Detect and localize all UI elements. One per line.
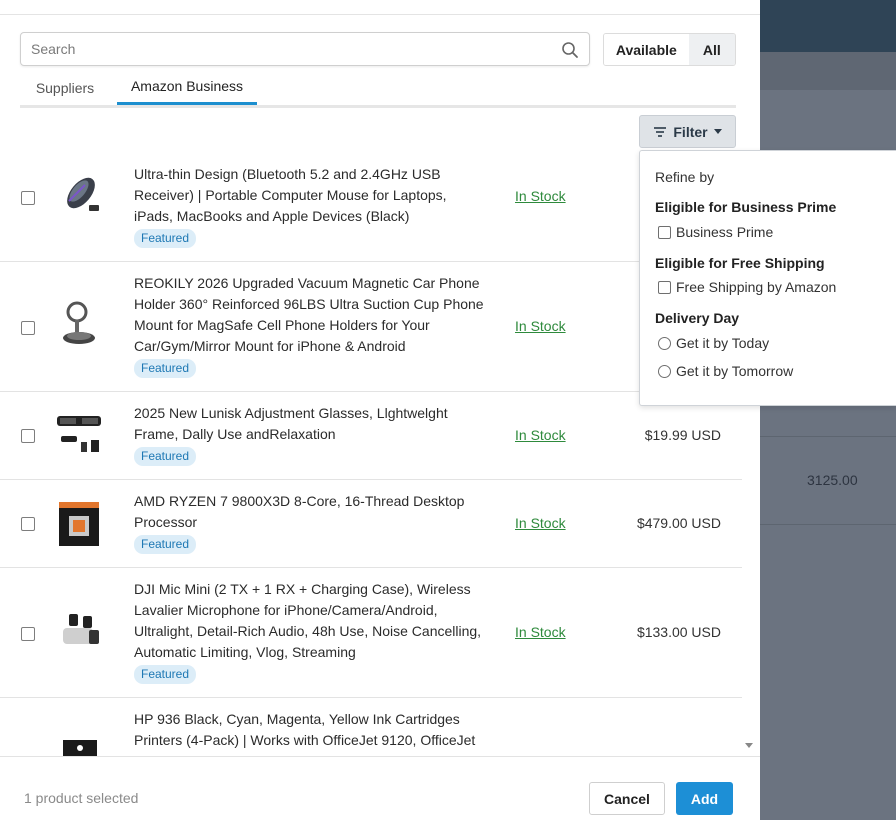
product-row: REOKILY 2026 Upgraded Vacuum Magnetic Ca…: [0, 262, 742, 392]
delivery-today-label[interactable]: Get it by Today: [676, 335, 769, 351]
product-row: HP 936 Black, Cyan, Magenta, Yellow Ink …: [0, 698, 742, 756]
delivery-tomorrow-option[interactable]: Get it by Tomorrow: [658, 363, 793, 379]
product-item: REOKILY 2026 Upgraded Vacuum Magnetic Ca…: [134, 273, 484, 378]
background-header: [760, 0, 896, 52]
background-value: 3125.00: [807, 472, 858, 488]
product-checkbox[interactable]: [21, 517, 35, 531]
delivery-tomorrow-radio[interactable]: [658, 364, 671, 378]
featured-badge: Featured: [134, 665, 197, 684]
modal-footer: 1 product selected Cancel Add: [0, 756, 760, 820]
delivery-today-option[interactable]: Get it by Today: [658, 335, 769, 351]
product-price: $133.00 USD: [636, 624, 721, 640]
stock-link[interactable]: In Stock: [515, 427, 566, 443]
add-button[interactable]: Add: [676, 782, 733, 815]
product-row: AMD RYZEN 7 9800X3D 8-Core, 16-Thread De…: [0, 480, 742, 568]
product-checkbox[interactable]: [21, 191, 35, 205]
filter-dropdown: Refine by Eligible for Business Prime Bu…: [639, 150, 896, 406]
caret-down-icon: [713, 129, 722, 134]
tab-suppliers[interactable]: Suppliers: [20, 70, 110, 105]
scroll-down-arrow[interactable]: [745, 743, 753, 748]
search-icon[interactable]: [561, 41, 579, 59]
toggle-all[interactable]: All: [688, 34, 735, 65]
product-price: $19.99 USD: [644, 427, 721, 443]
background-row-divider: [760, 436, 896, 437]
product-checkbox[interactable]: [21, 321, 35, 335]
business-prime-label[interactable]: Business Prime: [676, 224, 773, 240]
cpu-box-product-image: [59, 502, 99, 546]
product-picker-modal: Available All Suppliers Amazon Business …: [0, 0, 760, 820]
filter-label: Filter: [673, 123, 708, 140]
business-prime-checkbox[interactable]: [658, 225, 671, 239]
product-row: 2025 New Lunisk Adjustment Glasses, Llgh…: [0, 392, 742, 480]
product-list[interactable]: Ultra-thin Design (Bluetooth 5.2 and 2.4…: [0, 160, 742, 756]
product-row: Ultra-thin Design (Bluetooth 5.2 and 2.4…: [0, 160, 742, 262]
product-item: AMD RYZEN 7 9800X3D 8-Core, 16-Thread De…: [134, 491, 484, 554]
stock-link[interactable]: In Stock: [515, 188, 566, 204]
business-prime-option[interactable]: Business Prime: [658, 224, 773, 240]
phone-mount-product-image: [63, 301, 95, 344]
availability-toggle: Available All: [603, 33, 736, 66]
product-title[interactable]: HP 936 Black, Cyan, Magenta, Yellow Ink …: [134, 711, 475, 748]
product-price: $479.00 USD: [636, 515, 721, 531]
modal-top-divider: [0, 14, 760, 15]
featured-badge: Featured: [134, 229, 197, 248]
delivery-tomorrow-label[interactable]: Get it by Tomorrow: [676, 363, 793, 379]
refine-label: Refine by: [655, 169, 715, 185]
stock-link[interactable]: In Stock: [515, 318, 566, 334]
background-app: 3125.00: [760, 0, 896, 820]
product-item: 2025 New Lunisk Adjustment Glasses, Llgh…: [134, 403, 484, 466]
free-shipping-checkbox[interactable]: [658, 280, 671, 294]
glasses-product-image: [57, 416, 101, 452]
microphone-product-image: [63, 614, 99, 644]
mouse-product-image: [67, 177, 99, 211]
product-title[interactable]: Ultra-thin Design (Bluetooth 5.2 and 2.4…: [134, 166, 447, 224]
product-row: DJI Mic Mini (2 TX + 1 RX + Charging Cas…: [0, 568, 742, 698]
cancel-button[interactable]: Cancel: [589, 782, 665, 815]
tab-amazon-business[interactable]: Amazon Business: [117, 70, 257, 105]
product-item: Ultra-thin Design (Bluetooth 5.2 and 2.4…: [134, 164, 484, 248]
background-toolbar: [760, 52, 896, 90]
delivery-today-radio[interactable]: [658, 336, 671, 350]
stock-link[interactable]: In Stock: [515, 515, 566, 531]
product-title[interactable]: DJI Mic Mini (2 TX + 1 RX + Charging Cas…: [134, 581, 481, 660]
source-tabs: Suppliers Amazon Business: [20, 70, 736, 108]
search-input[interactable]: [31, 33, 551, 65]
stock-link[interactable]: In Stock: [515, 624, 566, 640]
free-shipping-option[interactable]: Free Shipping by Amazon: [658, 279, 836, 295]
free-shipping-label[interactable]: Free Shipping by Amazon: [676, 279, 836, 295]
selection-count: 1 product selected: [24, 790, 139, 806]
filter-button[interactable]: Filter: [639, 115, 736, 148]
product-title[interactable]: 2025 New Lunisk Adjustment Glasses, Llgh…: [134, 405, 448, 442]
product-checkbox[interactable]: [21, 429, 35, 443]
product-item: HP 936 Black, Cyan, Magenta, Yellow Ink …: [134, 709, 484, 751]
product-title[interactable]: AMD RYZEN 7 9800X3D 8-Core, 16-Thread De…: [134, 493, 464, 530]
search-box: [20, 32, 590, 66]
featured-badge: Featured: [134, 359, 197, 378]
featured-badge: Featured: [134, 447, 197, 466]
product-item: DJI Mic Mini (2 TX + 1 RX + Charging Cas…: [134, 579, 484, 684]
delivery-day-heading: Delivery Day: [655, 310, 740, 326]
filter-icon: [654, 126, 667, 137]
product-title[interactable]: REOKILY 2026 Upgraded Vacuum Magnetic Ca…: [134, 275, 484, 354]
product-checkbox[interactable]: [21, 627, 35, 641]
ink-cartridge-product-image: [63, 740, 97, 756]
background-row-divider: [760, 524, 896, 525]
business-prime-heading: Eligible for Business Prime: [655, 199, 837, 215]
featured-badge: Featured: [134, 535, 197, 554]
free-shipping-heading: Eligible for Free Shipping: [655, 255, 825, 271]
toggle-available[interactable]: Available: [604, 34, 689, 65]
